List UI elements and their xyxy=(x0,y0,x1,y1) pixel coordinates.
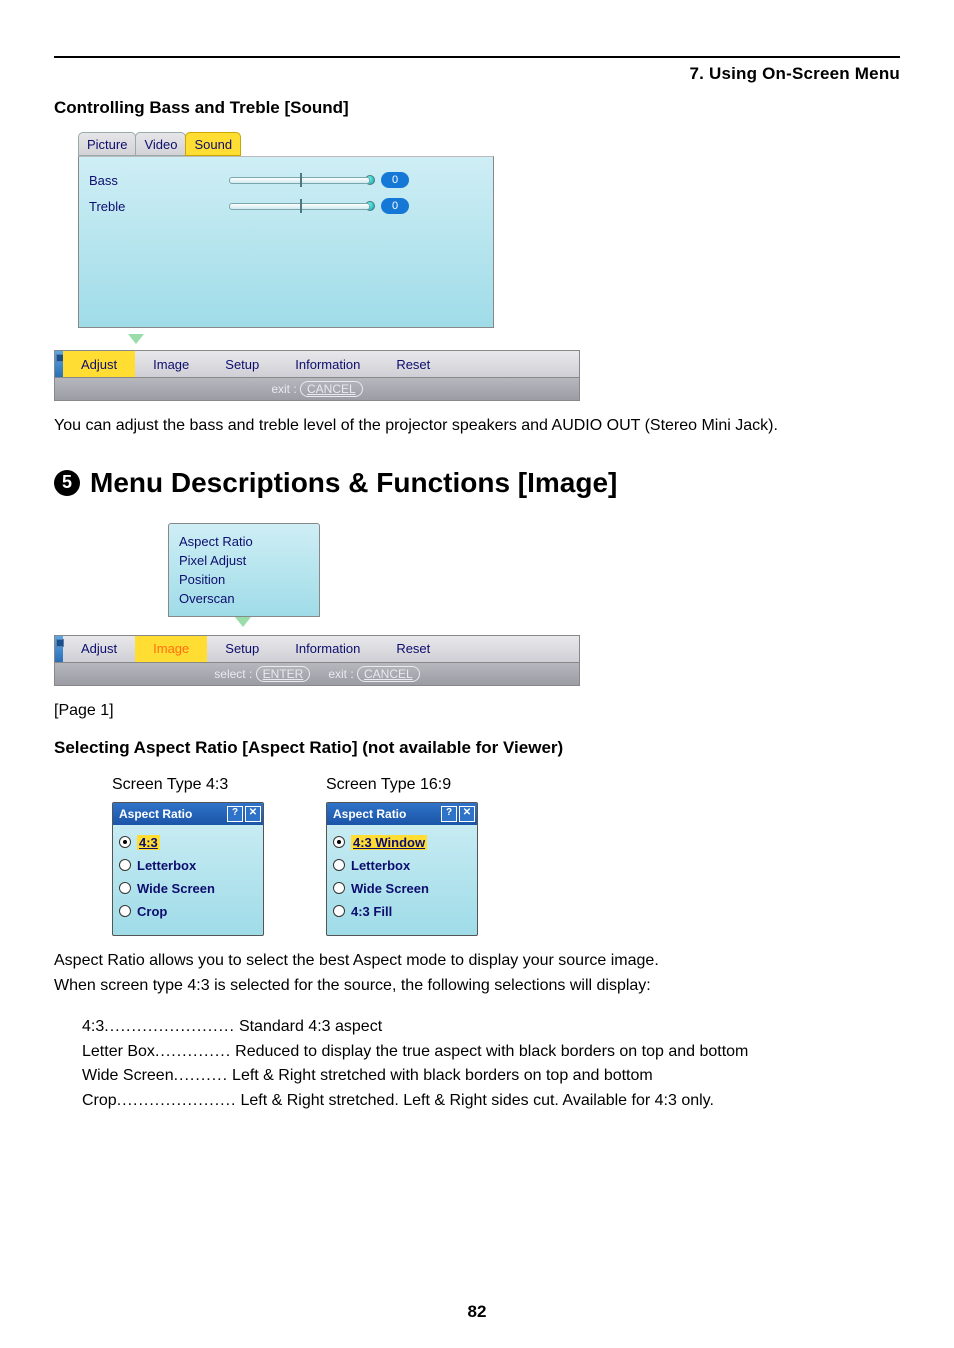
menu-accent-icon xyxy=(55,351,63,377)
aspect-ratio-heading: Selecting Aspect Ratio [Aspect Ratio] (n… xyxy=(54,738,900,758)
main-information[interactable]: Information xyxy=(277,351,378,377)
triangle-down-icon xyxy=(128,334,144,344)
osd-sound-screenshot: Picture Video Sound Bass 0 Treble xyxy=(54,130,900,401)
menu-item-position[interactable]: Position xyxy=(179,570,309,589)
hint-cancel-button[interactable]: CANCEL xyxy=(300,381,363,397)
main-reset[interactable]: Reset xyxy=(378,636,448,662)
tab-video[interactable]: Video xyxy=(135,132,186,156)
section-heading-sound: Controlling Bass and Treble [Sound] xyxy=(54,98,900,118)
chapter-title: 7. Using On-Screen Menu xyxy=(54,64,900,84)
main-information[interactable]: Information xyxy=(277,636,378,662)
section-heading-image: Menu Descriptions & Functions [Image] xyxy=(90,467,617,499)
radio-43-window[interactable]: 4:3 Window xyxy=(333,831,471,854)
main-reset[interactable]: Reset xyxy=(378,351,448,377)
treble-slider[interactable]: 0 xyxy=(229,198,409,214)
dialog-title: Aspect Ratio xyxy=(119,807,192,821)
main-adjust[interactable]: Adjust xyxy=(63,636,135,662)
radio-letterbox[interactable]: Letterbox xyxy=(119,854,257,877)
tab-picture[interactable]: Picture xyxy=(78,132,136,156)
main-setup[interactable]: Setup xyxy=(207,636,277,662)
screen-type-169-label: Screen Type 16:9 xyxy=(326,776,478,794)
page1-label: [Page 1] xyxy=(54,702,900,720)
hint-exit-label: exit : xyxy=(328,667,353,681)
help-icon[interactable]: ? xyxy=(441,806,457,822)
help-icon[interactable]: ? xyxy=(227,806,243,822)
osd-hint-bar: select : ENTER exit : CANCEL xyxy=(54,663,580,686)
section-number-badge: 5 xyxy=(54,470,80,496)
aspect-intro-2: When screen type 4:3 is selected for the… xyxy=(54,975,900,997)
main-setup[interactable]: Setup xyxy=(207,351,277,377)
screen-type-43-label: Screen Type 4:3 xyxy=(112,776,264,794)
image-submenu: Aspect Ratio Pixel Adjust Position Overs… xyxy=(168,523,320,617)
bass-slider[interactable]: 0 xyxy=(229,172,409,188)
close-icon[interactable]: ✕ xyxy=(459,806,475,822)
aspect-intro-1: Aspect Ratio allows you to select the be… xyxy=(54,950,900,972)
osd-image-screenshot: Aspect Ratio Pixel Adjust Position Overs… xyxy=(54,523,900,686)
main-image[interactable]: Image xyxy=(135,636,207,662)
menu-item-pixel-adjust[interactable]: Pixel Adjust xyxy=(179,551,309,570)
aspect-dialog-43: Aspect Ratio ? ✕ 4:3 Letterbox Wide Scre… xyxy=(112,802,264,936)
hint-enter-button[interactable]: ENTER xyxy=(256,666,311,682)
tab-sound[interactable]: Sound xyxy=(185,132,241,156)
radio-widescreen[interactable]: Wide Screen xyxy=(119,877,257,900)
radio-43[interactable]: 4:3 xyxy=(119,831,257,854)
page-number: 82 xyxy=(0,1302,954,1322)
osd-hint-bar: exit : CANCEL xyxy=(54,378,580,401)
menu-accent-icon xyxy=(55,636,63,662)
sound-description: You can adjust the bass and treble level… xyxy=(54,415,900,437)
close-icon[interactable]: ✕ xyxy=(245,806,261,822)
radio-43-fill[interactable]: 4:3 Fill xyxy=(333,900,471,923)
treble-value: 0 xyxy=(381,198,409,214)
main-adjust[interactable]: Adjust xyxy=(63,351,135,377)
hint-cancel-button[interactable]: CANCEL xyxy=(357,666,420,682)
treble-label: Treble xyxy=(79,199,229,214)
menu-item-overscan[interactable]: Overscan xyxy=(179,589,309,608)
main-image[interactable]: Image xyxy=(135,351,207,377)
radio-widescreen[interactable]: Wide Screen xyxy=(333,877,471,900)
aspect-definitions: 4:3........................Standard 4:3 … xyxy=(82,1015,900,1114)
bass-value: 0 xyxy=(381,172,409,188)
bass-label: Bass xyxy=(79,173,229,188)
aspect-dialog-169: Aspect Ratio ? ✕ 4:3 Window Letterbox Wi… xyxy=(326,802,478,936)
hint-select-label: select : xyxy=(214,667,252,681)
menu-item-aspect-ratio[interactable]: Aspect Ratio xyxy=(179,532,309,551)
hint-exit-label: exit : xyxy=(271,382,296,396)
radio-letterbox[interactable]: Letterbox xyxy=(333,854,471,877)
radio-crop[interactable]: Crop xyxy=(119,900,257,923)
dialog-title: Aspect Ratio xyxy=(333,807,406,821)
triangle-down-icon xyxy=(235,617,251,627)
